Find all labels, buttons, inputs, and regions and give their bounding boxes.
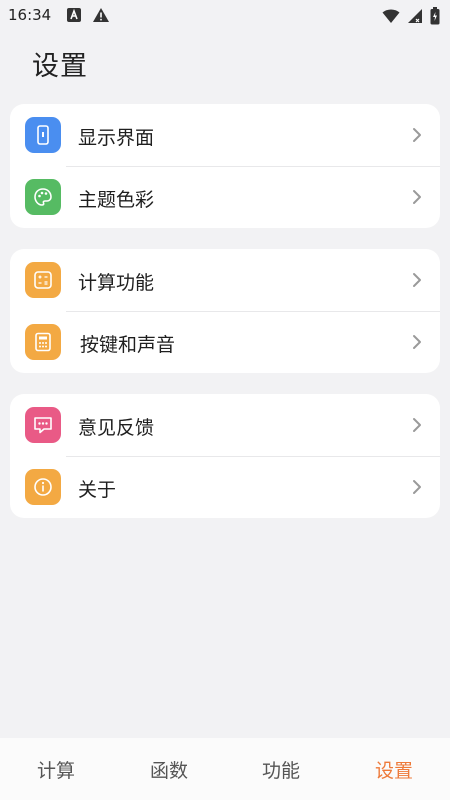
status-right-icons [382,7,440,29]
tab-calculate[interactable]: 计算 [16,756,96,783]
settings-item-about[interactable]: 关于 [10,456,440,518]
chevron-right-icon [412,417,422,437]
settings-item-theme[interactable]: 主题色彩 [10,166,440,228]
settings-item-label: 关于 [78,479,117,501]
chevron-right-icon [412,189,422,209]
page-title: 设置 [32,51,88,82]
tab-functions[interactable]: 函数 [129,756,209,783]
settings-item-calculation[interactable]: 计算功能 [10,249,440,311]
keypad-icon [25,324,61,360]
palette-icon [25,179,61,215]
calculation-icon [25,262,61,298]
settings-item-display[interactable]: 显示界面 [10,104,440,166]
signal-icon [408,8,422,28]
tab-features[interactable]: 功能 [241,756,321,783]
chevron-right-icon [412,272,422,292]
battery-icon [430,7,440,29]
display-icon [25,117,61,153]
settings-item-keys-sound[interactable]: 按键和声音 [10,311,440,373]
chevron-right-icon [412,334,422,354]
settings-group-calculation: 计算功能 按键和声音 [10,249,440,373]
feedback-icon [25,407,61,443]
settings-item-label: 按键和声音 [80,334,176,356]
status-bar: 16:34 [0,0,450,32]
chevron-right-icon [412,479,422,499]
chevron-right-icon [412,127,422,147]
settings-item-label: 主题色彩 [78,189,155,211]
status-time: 16:34 [8,6,52,24]
settings-item-label: 计算功能 [78,272,155,294]
settings-group-display: 显示界面 主题色彩 [10,104,440,228]
settings-item-feedback[interactable]: 意见反馈 [10,394,440,456]
tab-settings[interactable]: 设置 [354,756,434,783]
wifi-icon [382,8,400,28]
settings-item-label: 意见反馈 [78,417,155,439]
settings-item-label: 显示界面 [78,127,155,149]
settings-group-support: 意见反馈 关于 [10,394,440,518]
warning-icon [92,7,110,27]
app-notification-icon [66,7,82,27]
bottom-tab-bar: 计算 函数 功能 设置 [0,738,450,800]
info-icon [25,469,61,505]
status-left-icons [66,7,110,27]
